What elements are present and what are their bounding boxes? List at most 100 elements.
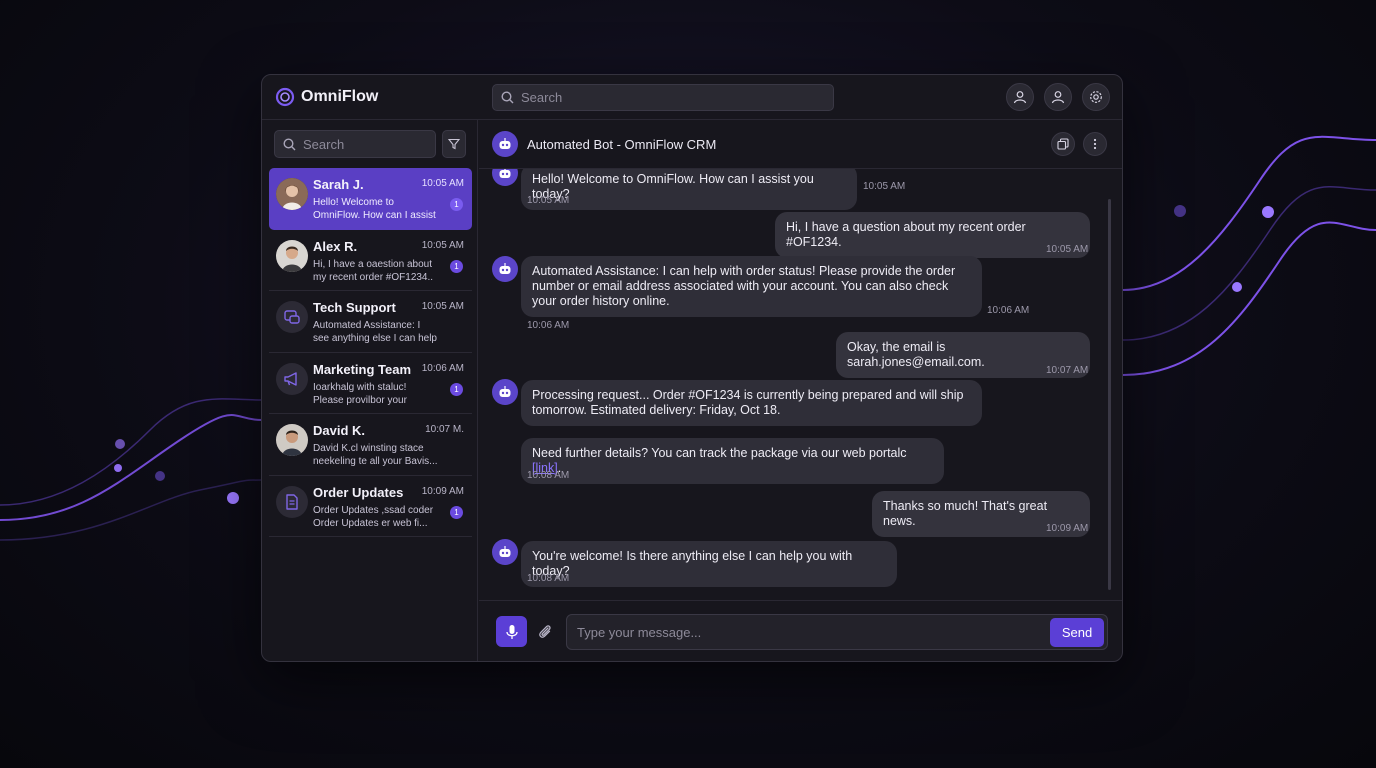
message-time-inline: 10:06 AM [987,305,1030,316]
bot-message: Automated Assistance: I can help with or… [521,256,982,317]
conversation-search-input[interactable]: Search [274,130,436,158]
message-preview: Ioarkhalg with staluc! Please provilbor … [313,381,407,406]
bot-message: Hello! Welcome to OmniFlow. How can I as… [521,169,857,210]
unread-badge: 1 [450,505,463,519]
message-time: 10:05 AM [1046,244,1089,255]
message-time: 10:05 AM [527,195,570,206]
chat-title: Automated Bot - OmniFlow CRM [527,137,717,152]
user-icon [1013,91,1027,104]
message-time: 10:09 AM [1046,523,1089,534]
avatar [276,301,308,333]
bot-message: Processing request... Order #OF1234 is c… [521,380,982,426]
person-photo-icon [276,178,308,210]
unread-badge: 1 [450,198,463,211]
bot-avatar [492,131,518,157]
message-input[interactable] [566,614,1108,650]
global-search-input[interactable]: Search [492,84,834,111]
message-time-inline: 10:05 AM [863,181,906,192]
message-time: 10:06 AM [527,320,570,331]
chat-panel: Automated Bot - OmniFlow CRM Hello! Welc… [479,120,1122,661]
message-preview: Hello! Welcome to OmniFlow. How can I as… [313,197,436,221]
conversation-list: Sarah J. 10:05 AM Hello! Welcome to Omni… [269,168,472,537]
conversation-item[interactable]: Alex R. 10:05 AM Hi, I have a oaestion a… [269,230,472,291]
account-button[interactable] [1044,83,1072,111]
message-time: 10:08 AM [527,470,570,481]
avatar [276,239,308,272]
message-time: 10:05 AM [421,301,464,312]
message-time: 10:08 AM [527,573,570,584]
megaphone-icon [284,371,297,386]
filter-button[interactable] [442,130,466,158]
omniflow-logo-icon [275,87,295,107]
more-button[interactable] [1083,132,1107,156]
send-button[interactable]: Send [1050,618,1104,647]
message-time: 10:05 AM [421,178,464,189]
message-preview: Order Updates ,ssad coder Order Updates … [313,504,434,529]
attach-button[interactable] [537,623,553,646]
conversation-item[interactable]: Order Updates 10:09 AM Order Updates ,ss… [269,476,472,537]
top-bar: OmniFlow Search [262,75,1122,120]
copy-button[interactable] [1051,132,1075,156]
app-window: OmniFlow Search Search Sarah J. 10:05 AM… [261,74,1123,662]
message-text: Need further details? You can track the … [532,446,907,460]
brand-logo[interactable]: OmniFlow [275,87,378,107]
message-preview: David K.cl winsting stace neekeling te a… [313,443,438,467]
robot-icon [499,138,511,149]
microphone-icon [505,624,518,639]
conversation-search-placeholder: Search [303,136,345,152]
settings-button[interactable] [1082,83,1110,111]
sidebar-search-row: Search [274,130,466,158]
message-preview: Hi, I have a oaestion about my recent or… [313,258,434,283]
bot-avatar [492,169,518,186]
message-time: 10:07 M. [425,424,464,435]
user-message: Hi, I have a question about my recent or… [775,212,1090,258]
top-actions [1006,83,1110,111]
avatar [276,178,308,210]
robot-icon [499,263,511,274]
unread-badge: 1 [450,382,463,396]
message-thread: Hello! Welcome to OmniFlow. How can I as… [479,169,1122,599]
bot-message: Need further details? You can track the … [521,438,944,484]
message-preview: Automated Assistance: I see anything els… [313,320,437,344]
message-composer: Send [479,600,1122,661]
settings-icon [1090,91,1102,103]
profile-button[interactable] [1006,83,1034,111]
search-icon [283,137,296,150]
brand-name: OmniFlow [301,88,379,105]
robot-icon [499,546,511,557]
avatar [276,485,308,518]
message-time: 10:09 AM [421,485,464,497]
robot-icon [499,386,511,397]
paperclip-icon [539,625,551,638]
bot-avatar [492,539,518,565]
support-icon [284,310,300,324]
avatar [276,424,308,456]
bot-message: You're welcome! Is there anything else I… [521,541,897,587]
message-time: 10:07 AM [1046,365,1089,376]
bot-avatar [492,379,518,405]
conversation-item[interactable]: David K. 10:07 M. David K.cl winsting st… [269,414,472,476]
search-icon [501,91,514,104]
voice-input-button[interactable] [496,616,527,647]
copy-icon [1057,138,1069,150]
message-time: 10:06 AM [421,362,464,374]
filter-icon [448,138,460,150]
global-search-placeholder: Search [521,90,563,105]
person-photo-icon [276,239,308,272]
conversation-item[interactable]: Marketing Team 10:06 AM Ioarkhalg with s… [269,353,472,414]
conversation-sidebar: Search Sarah J. 10:05 AM Hello! Welcome … [262,120,478,661]
more-vertical-icon [1093,138,1097,150]
conversation-item[interactable]: Sarah J. 10:05 AM Hello! Welcome to Omni… [269,168,472,230]
user-icon [1051,91,1065,104]
robot-icon [499,169,511,178]
person-photo-icon [276,424,308,456]
message-time: 10:05 AM [421,239,464,251]
scrollbar[interactable] [1108,199,1111,590]
unread-badge: 1 [450,259,463,273]
conversation-item[interactable]: Tech Support 10:05 AM Automated Assistan… [269,291,472,353]
chat-header: Automated Bot - OmniFlow CRM [479,120,1122,169]
chat-actions [1051,132,1107,156]
bot-avatar [492,256,518,282]
document-icon [286,493,298,510]
avatar [276,362,308,395]
